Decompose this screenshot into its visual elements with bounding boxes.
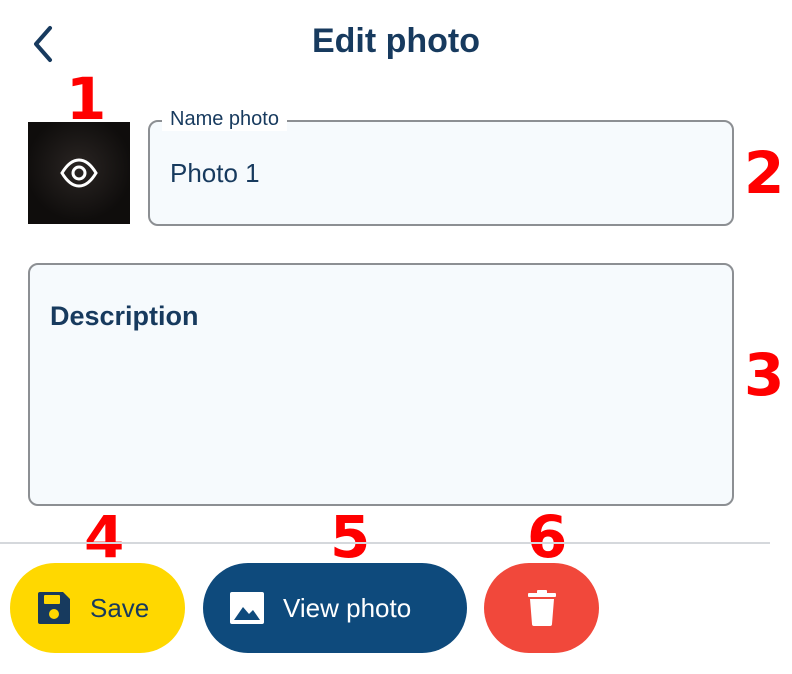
callout-1: 1 xyxy=(66,65,107,133)
trash-icon xyxy=(527,590,556,626)
callout-6: 6 xyxy=(527,503,568,571)
callout-4: 4 xyxy=(84,503,125,571)
delete-button[interactable] xyxy=(484,563,599,653)
save-button[interactable]: Save xyxy=(10,563,185,653)
name-photo-field[interactable]: Name photo Photo 1 xyxy=(148,108,734,226)
view-photo-button[interactable]: View photo xyxy=(203,563,467,653)
view-photo-button-label: View photo xyxy=(283,592,412,623)
callout-5: 5 xyxy=(330,503,371,571)
name-photo-label: Name photo xyxy=(162,108,287,131)
description-field[interactable]: Description xyxy=(28,263,734,506)
eye-icon xyxy=(60,158,98,188)
name-photo-value: Photo 1 xyxy=(170,158,260,188)
divider xyxy=(0,542,770,544)
page-title: Edit photo xyxy=(311,22,481,60)
app-header: Edit photo xyxy=(0,0,792,90)
save-button-label: Save xyxy=(90,592,150,623)
callout-2: 2 xyxy=(744,139,785,207)
description-placeholder: Description xyxy=(50,301,199,331)
photo-thumbnail[interactable] xyxy=(28,122,130,224)
floppy-disk-icon xyxy=(38,592,70,624)
callout-3: 3 xyxy=(744,341,785,409)
image-icon xyxy=(230,592,264,624)
